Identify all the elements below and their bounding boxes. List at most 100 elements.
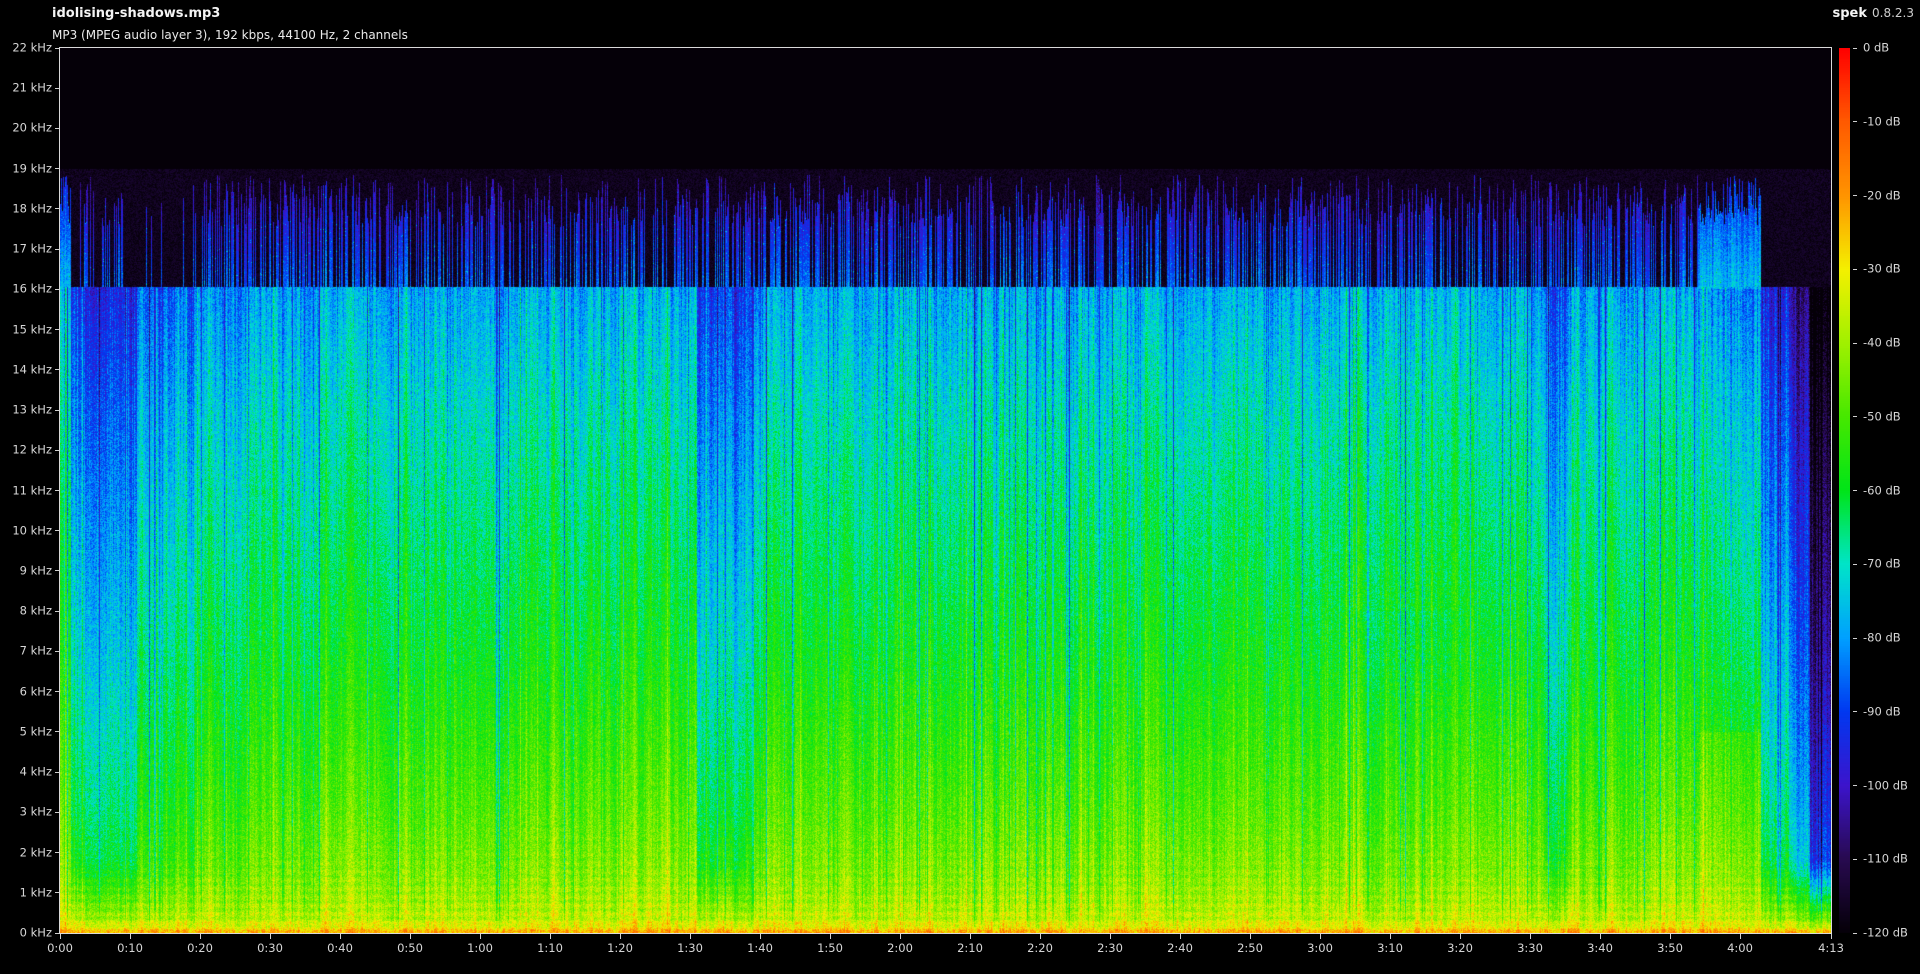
- frequency-tick: [55, 731, 59, 732]
- time-tick: [130, 934, 131, 939]
- time-tick-label: 1:10: [520, 941, 580, 955]
- time-tick-label: 2:50: [1220, 941, 1280, 955]
- db-tick: [1853, 195, 1857, 196]
- legend-colorbar: [1839, 48, 1850, 933]
- frequency-tick-label: 6 kHz: [0, 685, 52, 698]
- time-tick: [1460, 934, 1461, 939]
- time-tick: [550, 934, 551, 939]
- time-tick-label: 3:00: [1290, 941, 1350, 955]
- frequency-tick: [55, 329, 59, 330]
- time-tick-label: 1:00: [450, 941, 510, 955]
- time-tick: [1670, 934, 1671, 939]
- frequency-tick-label: 8 kHz: [0, 605, 52, 618]
- app-brand: spek0.8.2.3: [1833, 6, 1915, 21]
- db-tick-label: -120 dB: [1863, 927, 1908, 940]
- time-tick-label: 3:50: [1640, 941, 1700, 955]
- frequency-tick: [55, 410, 59, 411]
- frequency-tick-label: 7 kHz: [0, 645, 52, 658]
- time-tick: [1390, 934, 1391, 939]
- frequency-tick: [55, 249, 59, 250]
- frequency-tick-label: 11 kHz: [0, 484, 52, 497]
- time-tick: [830, 934, 831, 939]
- frequency-tick: [55, 651, 59, 652]
- file-title: idolising-shadows.mp3: [52, 6, 220, 21]
- time-tick: [1040, 934, 1041, 939]
- db-tick: [1853, 638, 1857, 639]
- time-tick-label: 0:20: [170, 941, 230, 955]
- frequency-tick-label: 12 kHz: [0, 444, 52, 457]
- frequency-tick: [55, 892, 59, 893]
- frequency-tick: [55, 611, 59, 612]
- time-tick-label: 1:50: [800, 941, 860, 955]
- time-tick-label: 3:40: [1570, 941, 1630, 955]
- time-tick-label: 4:00: [1710, 941, 1770, 955]
- time-tick-label: 0:00: [30, 941, 90, 955]
- frequency-tick: [55, 570, 59, 571]
- db-tick-label: -10 dB: [1863, 115, 1901, 128]
- db-tick-label: 0 dB: [1863, 42, 1889, 55]
- time-tick: [620, 934, 621, 939]
- db-tick: [1853, 48, 1857, 49]
- frequency-tick-label: 16 kHz: [0, 283, 52, 296]
- db-tick: [1853, 785, 1857, 786]
- frequency-tick: [55, 530, 59, 531]
- db-tick-label: -50 dB: [1863, 410, 1901, 423]
- db-tick-label: -20 dB: [1863, 189, 1901, 202]
- db-tick-label: -60 dB: [1863, 484, 1901, 497]
- time-tick: [1250, 934, 1251, 939]
- frequency-tick: [55, 128, 59, 129]
- db-tick-label: -90 dB: [1863, 705, 1901, 718]
- frequency-tick-label: 14 kHz: [0, 363, 52, 376]
- db-tick-label: -110 dB: [1863, 853, 1908, 866]
- db-tick-label: -100 dB: [1863, 779, 1908, 792]
- db-tick: [1853, 343, 1857, 344]
- time-tick: [1530, 934, 1531, 939]
- frequency-tick-label: 9 kHz: [0, 564, 52, 577]
- time-tick-label: 2:20: [1010, 941, 1070, 955]
- time-tick-label: 2:00: [870, 941, 930, 955]
- spectrogram-canvas: [60, 48, 1831, 933]
- db-tick: [1853, 859, 1857, 860]
- frequency-tick: [55, 691, 59, 692]
- time-tick-label: 2:40: [1150, 941, 1210, 955]
- db-tick-label: -40 dB: [1863, 337, 1901, 350]
- frequency-tick-label: 4 kHz: [0, 766, 52, 779]
- db-tick: [1853, 490, 1857, 491]
- frequency-tick: [55, 208, 59, 209]
- frequency-tick-label: 20 kHz: [0, 122, 52, 135]
- frequency-tick-label: 13 kHz: [0, 404, 52, 417]
- db-tick: [1853, 933, 1857, 934]
- time-tick: [1600, 934, 1601, 939]
- time-tick: [970, 934, 971, 939]
- time-tick-label: 1:30: [660, 941, 720, 955]
- time-tick-label: 1:20: [590, 941, 650, 955]
- db-tick-label: -80 dB: [1863, 632, 1901, 645]
- frequency-tick-label: 22 kHz: [0, 42, 52, 55]
- frequency-tick: [55, 88, 59, 89]
- time-tick-label: 1:40: [730, 941, 790, 955]
- time-tick: [480, 934, 481, 939]
- db-tick: [1853, 711, 1857, 712]
- frequency-tick-label: 18 kHz: [0, 202, 52, 215]
- frequency-tick-label: 10 kHz: [0, 524, 52, 537]
- frequency-tick-label: 19 kHz: [0, 162, 52, 175]
- frequency-tick: [55, 48, 59, 49]
- time-tick-label: 0:50: [380, 941, 440, 955]
- db-tick: [1853, 416, 1857, 417]
- frequency-tick: [55, 289, 59, 290]
- db-tick: [1853, 121, 1857, 122]
- time-tick: [200, 934, 201, 939]
- time-tick-label: 2:10: [940, 941, 1000, 955]
- frequency-tick-label: 3 kHz: [0, 806, 52, 819]
- frequency-tick: [55, 933, 59, 934]
- db-tick: [1853, 564, 1857, 565]
- db-tick-label: -30 dB: [1863, 263, 1901, 276]
- frequency-tick-label: 2 kHz: [0, 846, 52, 859]
- frequency-tick: [55, 450, 59, 451]
- frequency-tick: [55, 852, 59, 853]
- time-tick-label: 0:40: [310, 941, 370, 955]
- file-info: MP3 (MPEG audio layer 3), 192 kbps, 4410…: [52, 28, 408, 42]
- time-tick: [1320, 934, 1321, 939]
- time-tick-label: 0:10: [100, 941, 160, 955]
- time-tick-label: 4:13: [1801, 941, 1861, 955]
